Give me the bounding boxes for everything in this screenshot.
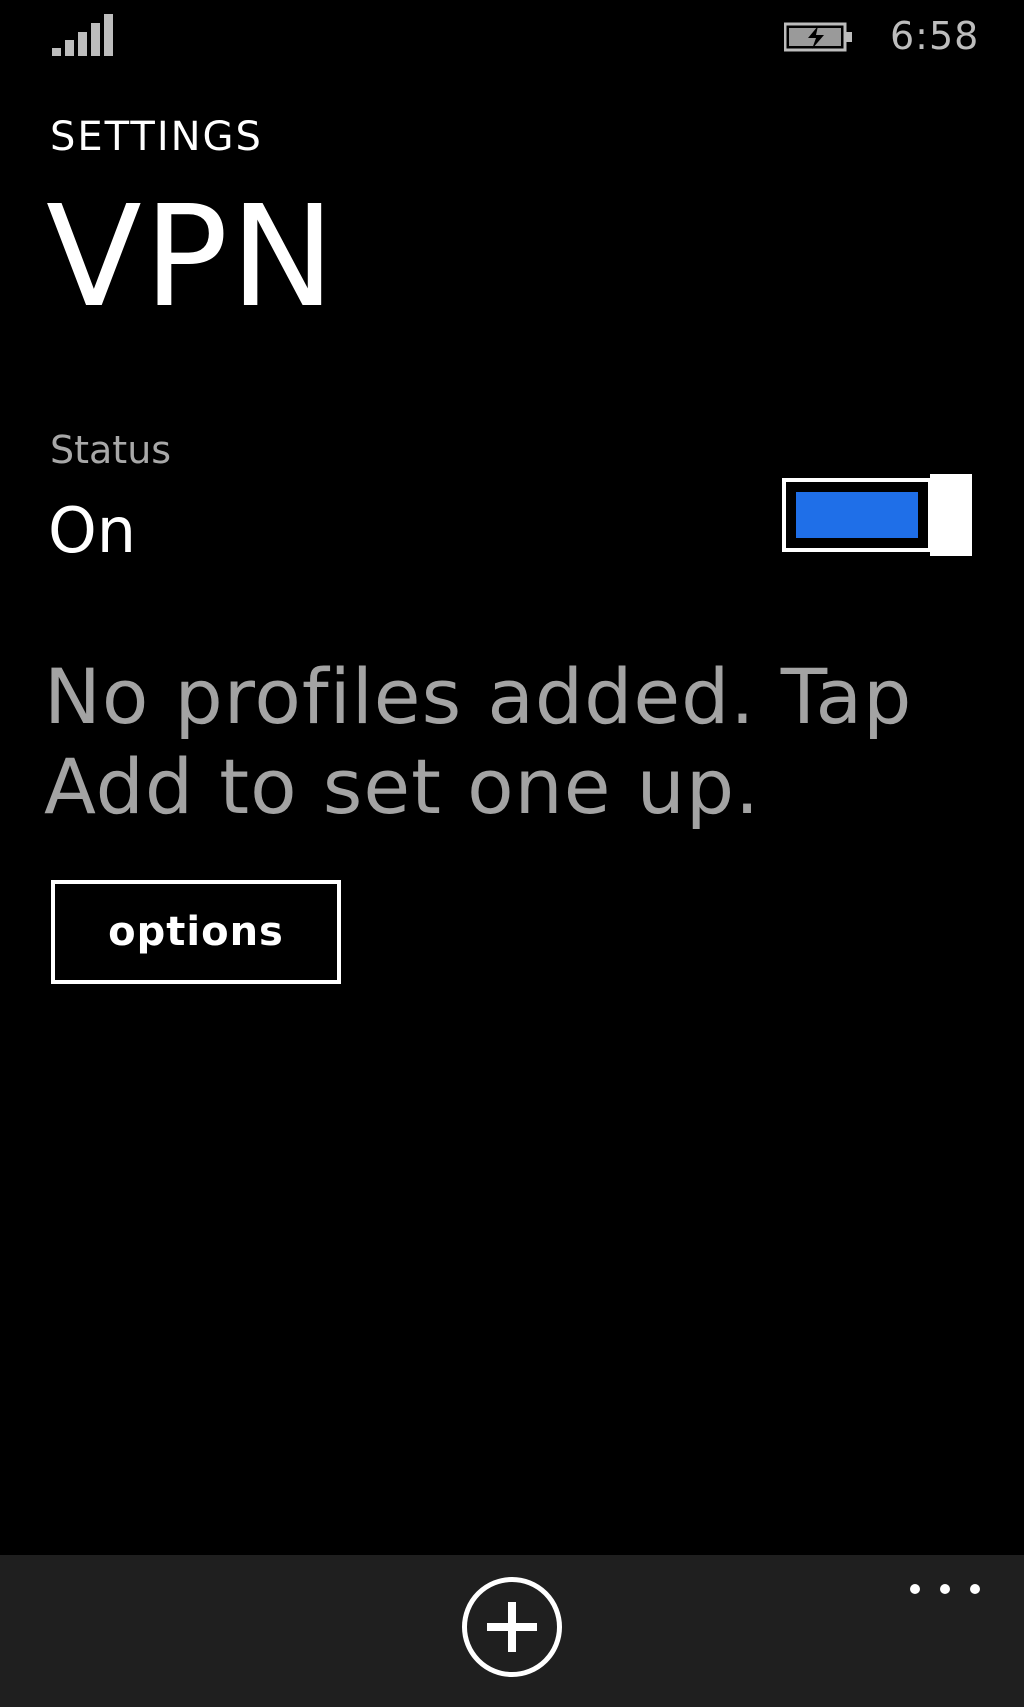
- app-bar: [0, 1555, 1024, 1707]
- toggle-fill: [796, 492, 918, 538]
- signal-strength-icon: [52, 14, 113, 56]
- status-label: Status: [50, 428, 172, 472]
- vpn-settings-screen: 6:58 SETTINGS VPN Status On No profiles …: [0, 0, 1024, 1707]
- page-title: VPN: [46, 176, 337, 339]
- add-button[interactable]: [462, 1577, 562, 1677]
- section-title: SETTINGS: [50, 114, 263, 160]
- no-profiles-message: No profiles added. Tap Add to set one up…: [44, 652, 913, 831]
- more-dot: [940, 1584, 950, 1594]
- more-icon[interactable]: [910, 1577, 980, 1601]
- status-bar-time: 6:58: [890, 14, 980, 58]
- add-icon: [487, 1602, 537, 1652]
- options-button-label: options: [108, 909, 284, 955]
- battery-charging-icon: [784, 22, 852, 52]
- more-dot: [910, 1584, 920, 1594]
- vpn-toggle-switch[interactable]: [782, 474, 974, 556]
- more-dot: [970, 1584, 980, 1594]
- status-value: On: [48, 494, 137, 567]
- toggle-thumb[interactable]: [930, 474, 972, 556]
- options-button[interactable]: options: [51, 880, 341, 984]
